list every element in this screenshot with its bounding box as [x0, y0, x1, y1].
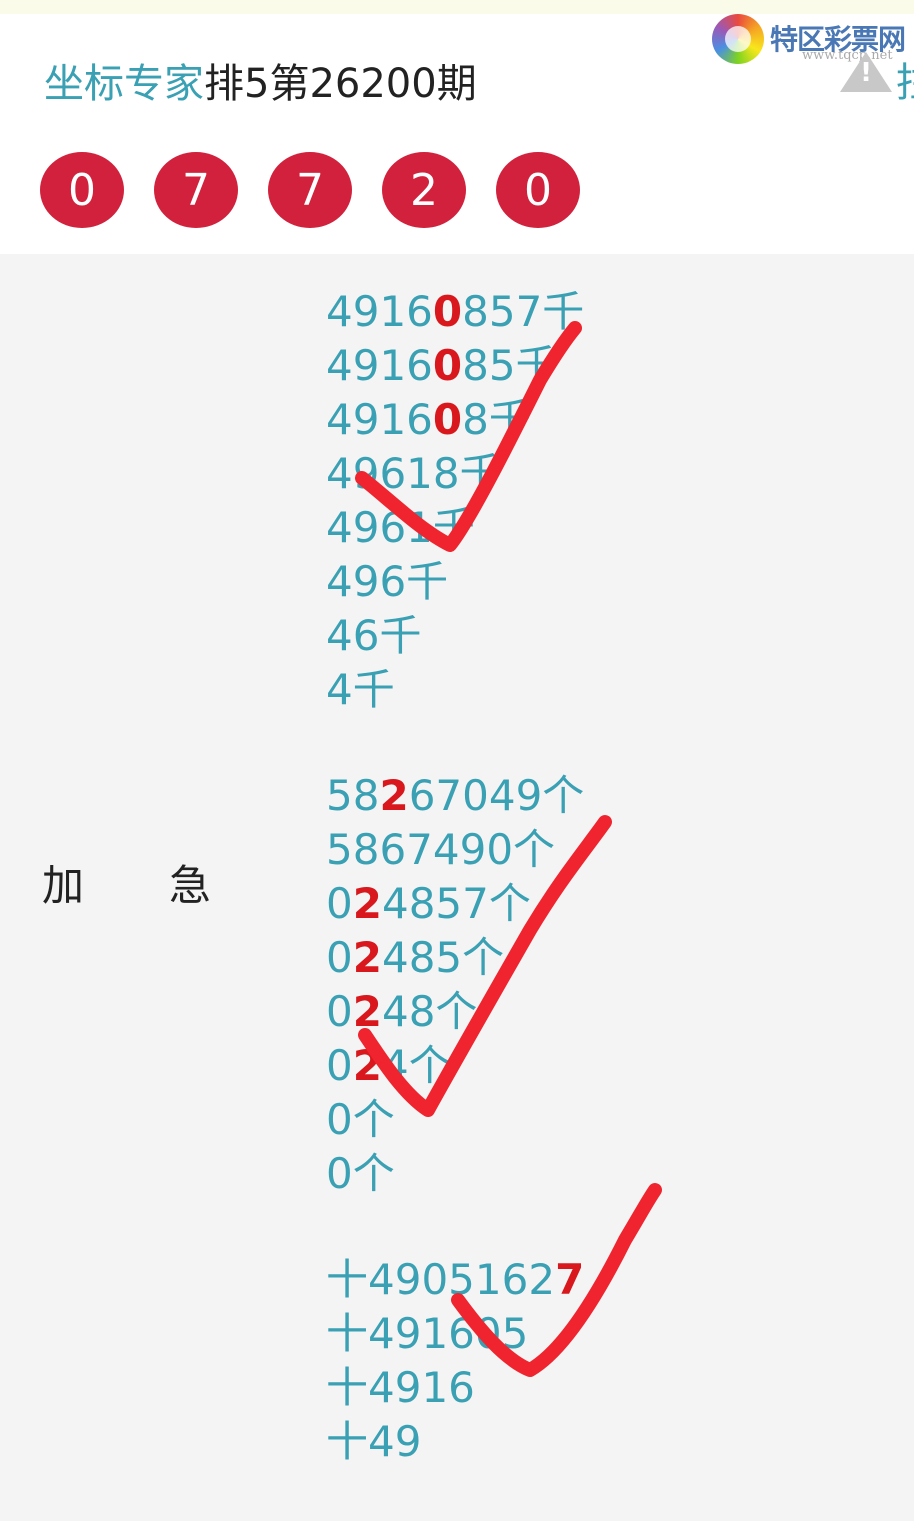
- list-item: 58267049个: [326, 771, 585, 820]
- issue-label: 排5第26200期: [204, 61, 477, 107]
- list-item: 4千: [326, 665, 395, 714]
- page-title: 坐标专家排5第26200期: [44, 58, 477, 110]
- list-item: 十49: [326, 1417, 422, 1466]
- list-item: 5867490个: [326, 825, 556, 874]
- winning-numbers: 0 7 7 2 0: [40, 152, 610, 228]
- list-item: 496千: [326, 557, 449, 606]
- number-ball: 2: [382, 152, 466, 228]
- label-left: 加: [42, 861, 85, 910]
- list-item: 024857个: [326, 879, 531, 928]
- section-label: 加急: [42, 852, 211, 913]
- list-item: 49160857千: [326, 287, 585, 336]
- number-ball: 7: [154, 152, 238, 228]
- number-ball: 0: [496, 152, 580, 228]
- prediction-list: 49160857千 4916085千 491608千 49618千 4961千 …: [326, 285, 584, 1521]
- list-item: 0个: [326, 1149, 395, 1198]
- list-item: 024个: [326, 1041, 451, 1090]
- edge-text: 拄: [896, 50, 914, 108]
- group-units: 58267049个 5867490个 024857个 02485个 0248个 …: [326, 769, 584, 1201]
- status-strip: [0, 0, 914, 14]
- list-item: 49618千: [326, 449, 502, 498]
- list-item: 十491605: [326, 1309, 529, 1358]
- brand-logo-icon: [712, 14, 764, 64]
- list-item: 0个: [326, 1095, 395, 1144]
- list-item: 491608千: [326, 395, 531, 444]
- group-tens: 十49051627 十491605 十4916 十49: [326, 1253, 584, 1469]
- warning-exclamation: !: [860, 58, 872, 88]
- group-thousands: 49160857千 4916085千 491608千 49618千 4961千 …: [326, 285, 584, 717]
- list-item: 十49051627: [326, 1255, 585, 1304]
- label-right: 急: [169, 861, 212, 910]
- list-item: 4916085千: [326, 341, 558, 390]
- list-item: 02485个: [326, 933, 505, 982]
- expert-label: 坐标专家: [44, 61, 204, 107]
- list-item: 46千: [326, 611, 422, 660]
- list-item: 0248个: [326, 987, 478, 1036]
- number-ball: 0: [40, 152, 124, 228]
- list-item: 4961千: [326, 503, 475, 552]
- list-item: 十4916: [326, 1363, 475, 1412]
- number-ball: 7: [268, 152, 352, 228]
